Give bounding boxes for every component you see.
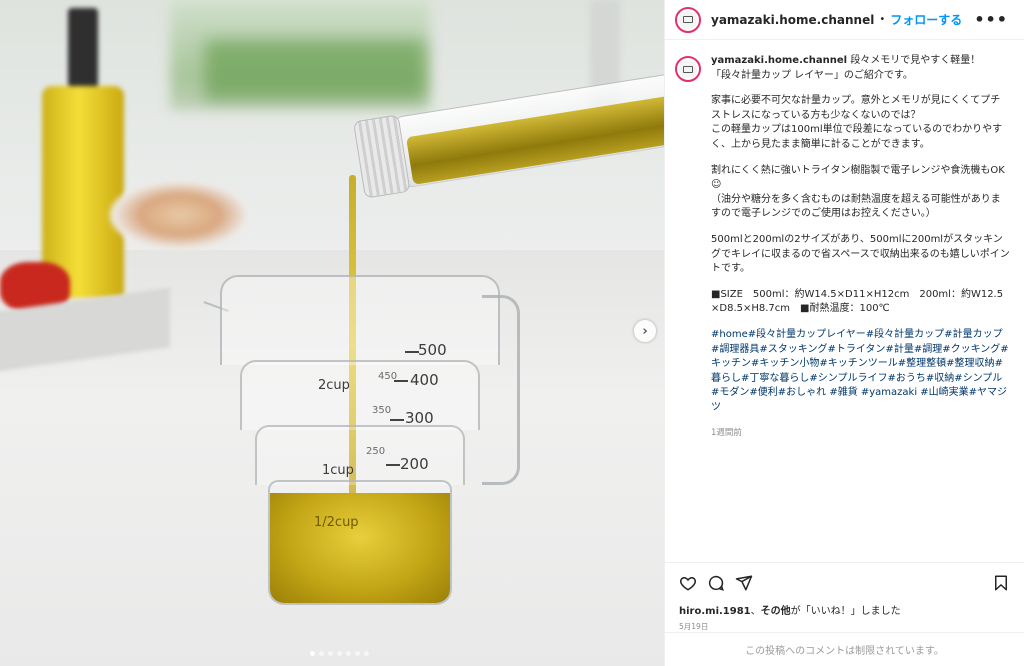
comment-icon[interactable]	[705, 572, 727, 594]
liker-username[interactable]: hiro.mi.1981	[679, 606, 751, 617]
oil-bottle-background	[42, 8, 124, 298]
caption-text: yamazaki.home.channel 段々メモリで見やすく軽量！「段々計量…	[711, 54, 1010, 562]
caption-paragraph: 家事に必要不可欠な計量カップ。意外とメモリが見にくくてプチストレスになっている方…	[711, 95, 1003, 150]
share-icon[interactable]	[733, 572, 755, 594]
caption-timestamp: 1週間前	[711, 428, 742, 439]
scale-mark-250: 250	[366, 446, 386, 457]
post-date: 5月19日	[679, 622, 709, 631]
heart-icon[interactable]	[677, 572, 699, 594]
brand-logo-icon	[683, 16, 693, 23]
comments-restricted-notice: この投稿へのコメントは制限されています。	[665, 632, 1024, 666]
carousel-dot	[328, 651, 333, 656]
separator-dot: •	[879, 14, 886, 25]
more-options-icon[interactable]: •••	[974, 10, 1008, 29]
carousel-dot	[346, 651, 351, 656]
post-header: yamazaki.home.channel • フォローする •••	[665, 0, 1024, 40]
likes-suffix: が「いいね！」しました	[790, 606, 901, 617]
scale-mark-200: 200	[400, 455, 429, 473]
carousel-dot	[319, 651, 324, 656]
caption-username[interactable]: yamazaki.home.channel	[711, 55, 847, 66]
cup-tier-400	[240, 360, 480, 430]
carousel-dots	[310, 651, 369, 656]
caption-paragraph: 500mlと200mlの2サイズがあり、500mlに200mlがスタッキングでキ…	[711, 233, 1010, 275]
carousel-dot	[337, 651, 342, 656]
cup-tier-200	[268, 480, 452, 605]
header-username[interactable]: yamazaki.home.channel	[711, 13, 874, 27]
scale-mark-1cup: 1cup	[322, 463, 354, 478]
post-side-panel: yamazaki.home.channel • フォローする ••• yamaz…	[664, 0, 1024, 666]
caption-size-info: ■SIZE 500ml：約W14.5×D11×H12cm 200ml：約W12.…	[711, 288, 1004, 315]
oil-in-cup	[270, 493, 450, 603]
food-plate	[110, 180, 250, 250]
scale-mark-300: 300	[405, 409, 434, 427]
likes-separator: 、	[750, 606, 761, 617]
hashtags[interactable]: #home#段々計量カップレイヤー#段々計量カップ#計量カップ#調理器具#スタッ…	[711, 328, 1010, 416]
next-photo-button[interactable]: ›	[634, 320, 656, 342]
follow-button[interactable]: フォローする	[890, 11, 962, 28]
background-plants	[205, 40, 425, 100]
brand-logo-icon	[683, 65, 693, 73]
post-media[interactable]: 500 400 450 2cup 300 350 200 250 1cup 1/…	[0, 0, 664, 666]
caption-area[interactable]: yamazaki.home.channel 段々メモリで見やすく軽量！「段々計量…	[665, 40, 1024, 562]
scale-mark-500: 500	[418, 341, 447, 359]
scale-mark-400: 400	[410, 371, 439, 389]
caption-paragraph: 割れにくく熱に強いトライタン樹脂製で電子レンジや食洗機もOK☺ （油分や糖分を多…	[711, 164, 1005, 220]
likes-summary: hiro.mi.1981、その他が「いいね！」しました	[665, 602, 1024, 617]
scale-mark-350: 350	[372, 405, 392, 416]
carousel-dot	[364, 651, 369, 656]
cup-tier-300	[255, 425, 465, 485]
carousel-dot	[310, 651, 315, 656]
bookmark-icon[interactable]	[990, 572, 1012, 594]
scale-mark-half-cup: 1/2cup	[314, 515, 359, 530]
carousel-dot	[355, 651, 360, 656]
cup-handle	[482, 295, 520, 485]
avatar[interactable]	[675, 6, 701, 33]
cup-tier-500	[220, 275, 500, 365]
scale-mark-2cup: 2cup	[318, 378, 350, 393]
scale-mark-450: 450	[378, 371, 398, 382]
action-bar	[665, 562, 1024, 602]
caption-avatar[interactable]	[675, 56, 701, 82]
measuring-cup: 500 400 450 2cup 300 350 200 250 1cup 1/…	[197, 275, 530, 615]
likes-others-link[interactable]: その他	[761, 606, 791, 617]
